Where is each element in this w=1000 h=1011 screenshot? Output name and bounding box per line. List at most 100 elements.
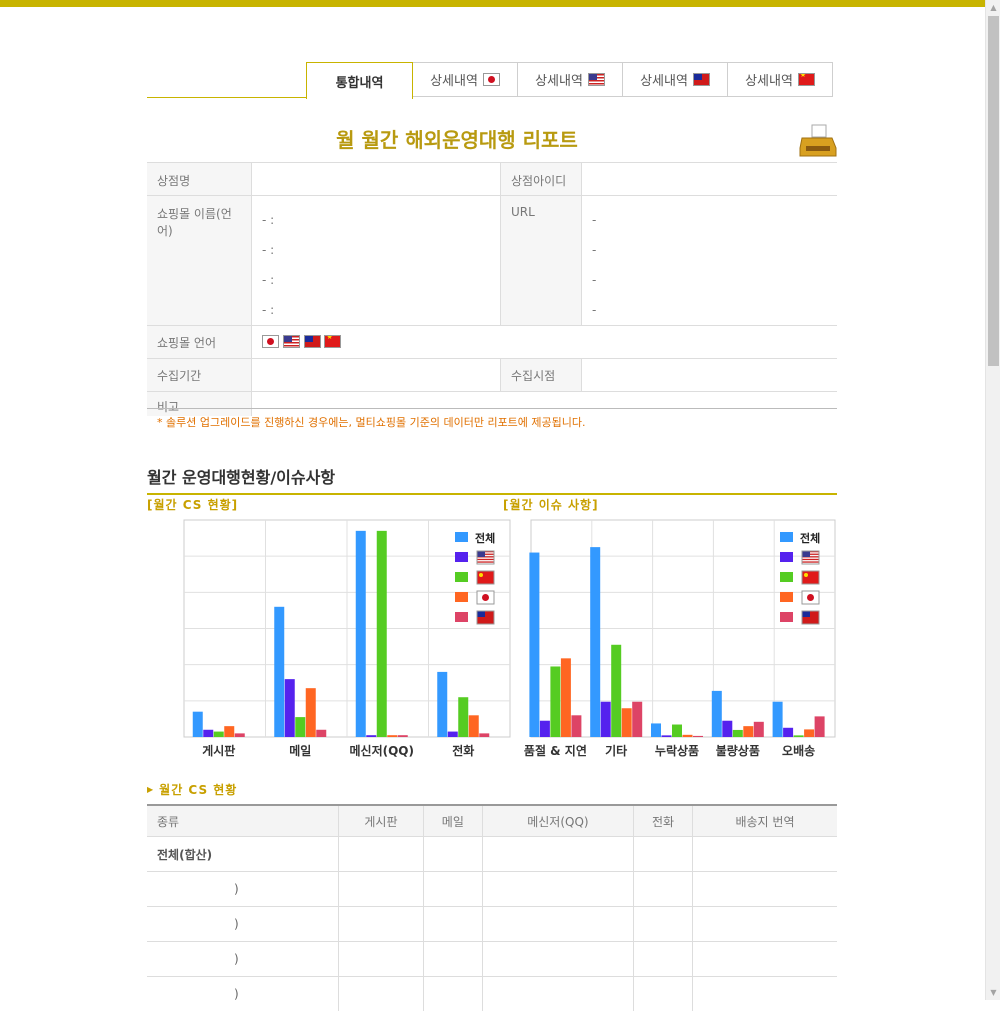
- flag-canton: [802, 551, 810, 557]
- cn-flag-icon: [477, 571, 494, 584]
- flag-canton: [802, 611, 810, 617]
- url-entry: -: [592, 295, 827, 325]
- bar: [693, 736, 703, 737]
- upgrade-notice: * 솔루션 업그레이드를 진행하신 경우에는, 멀티쇼핑몰 기준의 데이터만 리…: [157, 414, 586, 430]
- x-tick-label: 전화: [452, 743, 474, 758]
- table-row: ): [147, 977, 837, 1011]
- bar: [274, 607, 284, 737]
- bar: [316, 730, 326, 737]
- x-tick-label: 메신저(QQ): [350, 743, 415, 758]
- flag-field: [477, 571, 494, 584]
- mall-lang-flags: [252, 326, 838, 359]
- legend-label: 전체: [800, 531, 820, 545]
- row-label: 전체(합산): [147, 837, 339, 872]
- note-label: 비고: [147, 392, 252, 416]
- url-entry: -: [592, 205, 827, 235]
- tw-flag-icon: [802, 611, 819, 624]
- bar: [550, 666, 560, 737]
- col-header-address-translation: 배송지 번역: [692, 805, 837, 837]
- col-header-mail: 메일: [423, 805, 482, 837]
- legend-label: 전체: [475, 531, 495, 545]
- col-header-phone: 전화: [634, 805, 693, 837]
- mall-name-label: 쇼핑몰 이름(언어): [147, 196, 252, 326]
- tab-underline: [147, 97, 307, 98]
- bar: [529, 553, 539, 737]
- table-row: ): [147, 942, 837, 977]
- bar: [672, 725, 682, 737]
- table-row: ): [147, 907, 837, 942]
- tab-label: 통합내역: [336, 72, 384, 91]
- tab-label: 상세내역: [430, 70, 478, 89]
- tab-integrated[interactable]: 통합내역: [306, 62, 413, 99]
- tab-detail-us[interactable]: 상세내역: [518, 62, 623, 97]
- x-tick-label: 게시판: [202, 743, 235, 758]
- bar: [662, 735, 672, 737]
- bar: [437, 672, 447, 737]
- bar: [722, 721, 732, 737]
- issue-bar-chart: 품절 & 지연기타누락상품불량상품오배송전체: [519, 518, 837, 763]
- taiwan-flag-icon: [693, 73, 710, 86]
- legend-swatch: [780, 592, 793, 602]
- flag-disc: [807, 594, 814, 601]
- cn-flag-icon: [802, 571, 819, 584]
- scroll-up-arrow-icon[interactable]: ▲: [986, 0, 1000, 15]
- col-header-type: 종류: [147, 805, 339, 837]
- mall-name-entry: - :: [262, 205, 490, 235]
- period-value: [252, 359, 501, 392]
- bar: [366, 735, 376, 737]
- bar: [712, 691, 722, 737]
- usa-flag-icon: [588, 73, 605, 86]
- printer-icon[interactable]: [798, 124, 838, 158]
- flag-field: [802, 571, 819, 584]
- bar: [632, 702, 642, 737]
- china-flag-icon: [798, 73, 815, 86]
- tab-detail-cn[interactable]: 상세내역: [728, 62, 833, 97]
- row-label: ): [147, 907, 339, 942]
- bar: [469, 715, 479, 737]
- x-tick-label: 품절 & 지연: [524, 743, 587, 758]
- jp-flag-icon: [802, 591, 819, 604]
- bar: [224, 726, 234, 737]
- bar: [754, 722, 764, 737]
- scroll-down-arrow-icon[interactable]: ▼: [986, 985, 1000, 1000]
- bar: [458, 697, 468, 737]
- japan-flag-icon: [483, 73, 500, 86]
- store-id-value: [582, 163, 838, 196]
- legend-swatch: [455, 612, 468, 622]
- bar: [733, 730, 743, 737]
- legend-swatch: [455, 592, 468, 602]
- tab-detail-jp[interactable]: 상세내역: [413, 62, 518, 97]
- legend-swatch: [455, 552, 468, 562]
- bar: [398, 735, 408, 737]
- note-value: [252, 392, 838, 416]
- bar: [601, 702, 611, 737]
- bar: [214, 732, 224, 737]
- bar: [743, 726, 753, 737]
- x-tick-label: 오배송: [782, 743, 815, 758]
- row-label: ): [147, 872, 339, 907]
- taiwan-flag-icon: [304, 335, 321, 348]
- row-label: ): [147, 942, 339, 977]
- bar: [540, 721, 550, 737]
- flag-canton: [477, 551, 485, 557]
- collected-label: 수집시점: [501, 359, 582, 392]
- tab-label: 상세내역: [745, 70, 793, 89]
- legend-swatch: [780, 612, 793, 622]
- flag-stripe: [802, 561, 819, 562]
- legend-swatch: [780, 552, 793, 562]
- vertical-scrollbar[interactable]: ▲ ▼: [985, 0, 1000, 1000]
- period-label: 수집기간: [147, 359, 252, 392]
- col-header-messenger: 메신저(QQ): [482, 805, 633, 837]
- bar: [387, 735, 397, 737]
- section-title: 월간 운영대행현황/이슈사항: [147, 464, 335, 488]
- bar: [783, 728, 793, 737]
- bar: [479, 733, 489, 737]
- mall-name-entry: - :: [262, 235, 490, 265]
- legend-swatch: [780, 532, 793, 542]
- mall-name-entry: - :: [262, 265, 490, 295]
- scroll-thumb[interactable]: [988, 16, 999, 366]
- tab-label: 상세내역: [535, 70, 583, 89]
- tab-detail-tw[interactable]: 상세내역: [623, 62, 728, 97]
- url-label: URL: [501, 196, 582, 326]
- mall-name-entry: - :: [262, 295, 490, 325]
